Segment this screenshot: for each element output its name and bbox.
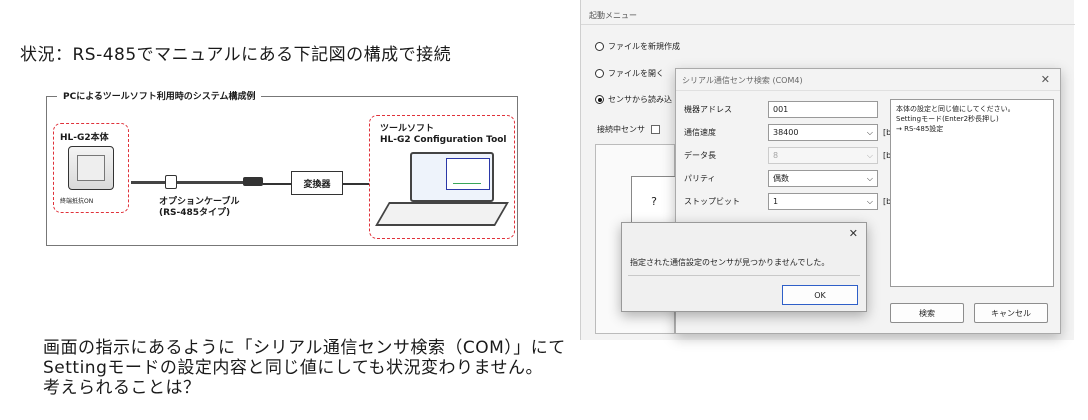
search-button[interactable]: 検索 <box>890 303 964 323</box>
dialog-title: シリアル通信センサ検索 (COM4) <box>682 76 803 85</box>
field-data-length: データ長 8⌵ [bit] <box>684 147 900 164</box>
pc-group: ツールソフト HL-G2 Configuration Tool <box>369 115 515 239</box>
option-label: ファイルを新規作成 <box>608 42 680 51</box>
ok-button[interactable]: OK <box>782 285 858 305</box>
cable-label: オプションケーブル <box>159 197 240 207</box>
cancel-button[interactable]: キャンセル <box>974 303 1048 323</box>
main-unit-group: HL-G2本体 終端抵抗ON <box>53 123 129 213</box>
field-label: 通信速度 <box>684 128 716 137</box>
cable-end-icon <box>243 177 263 186</box>
chevron-down-icon: ⌵ <box>866 196 873 206</box>
link-line-right <box>343 183 369 185</box>
data-length-select: 8 ⌵ <box>768 147 878 164</box>
chevron-down-icon: ⌵ <box>866 127 873 137</box>
software-label-line2: HL-G2 Configuration Tool <box>380 135 507 145</box>
chevron-down-icon: ⌵ <box>866 150 873 160</box>
converter-box: 変換器 <box>291 171 343 195</box>
situation-heading: 状況：RS-485でマニュアルにある下記図の構成で接続 <box>20 45 452 65</box>
field-value: 001 <box>773 105 789 114</box>
radio-selected-icon[interactable] <box>595 95 604 104</box>
connecting-sensor-row: 接続中センサ <box>597 124 660 135</box>
divider <box>581 24 1075 25</box>
chevron-down-icon: ⌵ <box>866 173 873 183</box>
option-new-file[interactable]: ファイルを新規作成 <box>595 41 680 52</box>
divider <box>628 275 860 276</box>
question-text: 画面の指示にあるように「シリアル通信センサ検索（COM）」にて Settingモ… <box>43 338 566 398</box>
note-line-3: → RS-485設定 <box>896 125 944 133</box>
field-stop-bit: ストップビット 1⌵ [bit] <box>684 193 900 210</box>
field-parity: パリティ 偶数 ⌵ <box>684 170 878 187</box>
question-line-1: 画面の指示にあるように「シリアル通信センサ検索（COM）」にて <box>43 338 566 358</box>
field-value: 8 <box>773 151 779 160</box>
alert-message: 指定された通信設定のセンサが見つかりませんでした。 <box>630 258 830 267</box>
cable-line <box>131 181 247 184</box>
radio-icon[interactable] <box>595 42 604 51</box>
software-label-line1: ツールソフト <box>380 124 435 134</box>
cable-type-label: (RS-485タイプ) <box>159 208 231 218</box>
field-value: 38400 <box>773 128 799 137</box>
termination-caption: 終端抵抗ON <box>60 198 94 205</box>
unknown-sensor-tile[interactable]: ? <box>631 176 677 226</box>
link-line-left <box>263 183 291 185</box>
field-label: パリティ <box>684 174 716 183</box>
instruction-note: 本体の設定と同じ値にしてください。 Settingモード(Enter2秒長押し)… <box>890 99 1054 287</box>
app-screenshot: 起動メニュー ファイルを新規作成 ファイルを開く センサから読み込 接続中センサ… <box>580 0 1075 340</box>
not-found-alert: ✕ 指定された通信設定のセンサが見つかりませんでした。 OK <box>621 222 867 312</box>
startup-menu-title: 起動メニュー <box>589 11 637 20</box>
field-label: データ長 <box>684 151 716 160</box>
radio-icon[interactable] <box>595 69 604 78</box>
laptop-screen-icon <box>410 152 494 202</box>
checkbox-icon[interactable] <box>651 125 660 134</box>
field-device-address: 機器アドレス 001 <box>684 101 878 118</box>
connecting-sensor-label: 接続中センサ <box>597 125 645 134</box>
device-address-input[interactable]: 001 <box>768 101 878 118</box>
field-label: ストップビット <box>684 197 740 206</box>
main-unit-label: HL-G2本体 <box>60 133 109 143</box>
field-value: 1 <box>773 197 779 206</box>
note-line-1: 本体の設定と同じ値にしてください。 <box>896 105 1015 113</box>
question-line-2: Settingモードの設定内容と同じ値にしても状況変わりません。 <box>43 358 543 378</box>
field-baud-rate: 通信速度 38400⌵ [bps] <box>684 124 904 141</box>
note-line-2: Settingモード(Enter2秒長押し) <box>896 115 999 123</box>
question-line-3: 考えられることは？ <box>43 378 201 398</box>
stop-bit-select[interactable]: 1 ⌵ <box>768 193 878 210</box>
option-open-file[interactable]: ファイルを開く <box>595 68 664 79</box>
baud-rate-select[interactable]: 38400 ⌵ <box>768 124 878 141</box>
close-icon[interactable]: ✕ <box>849 227 858 240</box>
option-label: センサから読み込 <box>608 95 672 104</box>
laptop-keyboard-icon <box>375 202 509 226</box>
field-label: 機器アドレス <box>684 105 732 114</box>
diagram-title: PCによるツールソフト利用時のシステム構成例 <box>57 89 262 102</box>
close-icon[interactable]: ✕ <box>1041 73 1050 86</box>
parity-select[interactable]: 偶数 ⌵ <box>768 170 878 187</box>
option-read-from-sensor[interactable]: センサから読み込 <box>595 94 672 105</box>
option-label: ファイルを開く <box>608 69 664 78</box>
field-value: 偶数 <box>773 174 789 183</box>
sensor-unit-image <box>68 146 114 190</box>
system-configuration-diagram: PCによるツールソフト利用時のシステム構成例 HL-G2本体 終端抵抗ON オプ… <box>46 89 518 246</box>
cable-caption: オプションケーブル (RS-485タイプ) <box>159 197 239 219</box>
cable-connector-icon <box>165 175 177 189</box>
dialog-titlebar: シリアル通信センサ検索 (COM4) ✕ <box>676 69 1060 91</box>
software-label: ツールソフト HL-G2 Configuration Tool <box>380 124 507 146</box>
